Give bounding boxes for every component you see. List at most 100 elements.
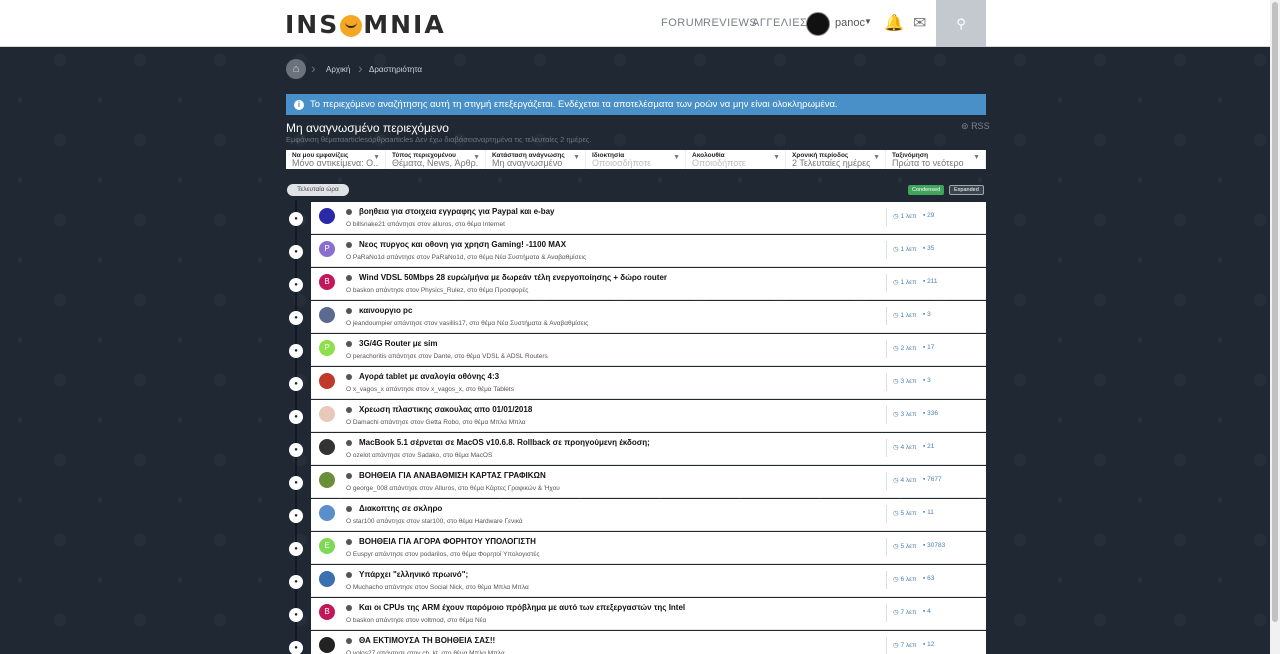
chevron-down-icon[interactable]: ▼ xyxy=(864,17,872,26)
scrollbar-thumb[interactable] xyxy=(1272,2,1278,622)
avatar[interactable]: P xyxy=(319,241,335,257)
topic-title-link[interactable]: ΒΟΗΘΕΙΑ ΓΙΑ ΑΝΑΒΑΘΜΙΣΗ ΚΑΡΤΑΣ ΓΡΑΦΙΚΩΝ xyxy=(359,471,546,480)
topic-title-link[interactable]: Αγορά tablet με αναλογία οθόνης 4:3 xyxy=(359,372,499,381)
avatar[interactable]: B xyxy=(319,274,335,290)
list-item[interactable]: ● καινουργιο pc Ο jeandoumpier απάντησε στ… xyxy=(289,301,986,333)
timestamp: ◷ 1 λεπ xyxy=(893,213,917,220)
topic-title-link[interactable]: βοηθεια για στοιχεια εγγραφης για Paypal… xyxy=(359,207,555,216)
list-item[interactable]: ● B Wind VDSL 50Mbps 28 ευρώ/μήνα με δωρεά… xyxy=(289,268,986,300)
timestamp: ◷ 4 λεπ xyxy=(893,477,917,484)
avatar[interactable] xyxy=(319,373,335,389)
comments-icon: ▪ xyxy=(923,443,926,450)
clock-icon: ◷ xyxy=(893,279,899,286)
page-scrollbar[interactable] xyxy=(1270,0,1280,654)
list-item[interactable]: ● Αγορά tablet με αναλογία οθόνης 4:3 Ο x_… xyxy=(289,367,986,399)
nav-aggelies[interactable]: ΑΓΓΕΛΙΕΣ xyxy=(752,17,807,29)
breadcrumb-activity[interactable]: Δραστηριότητα xyxy=(369,65,422,74)
reply-count: ▪ 35 xyxy=(923,245,935,252)
list-item[interactable]: ● P Νεος πυργος και οθονη για χρηση Gaming… xyxy=(289,235,986,267)
filter-bar: Να μου εμφανίζεις Μόνο αντικείμενα: Ο... ▼… xyxy=(286,150,986,169)
filter-dropdown[interactable]: Ακολουθία Οποιοδήποτε ▼ xyxy=(686,150,786,169)
messages-envelope-icon[interactable]: ✉ xyxy=(913,13,926,33)
filter-value: 2 Τελευταίες ημέρες xyxy=(792,159,871,168)
topic-title-link[interactable]: Νεος πυργος και οθονη για χρηση Gaming! … xyxy=(359,240,566,249)
timestamp: ◷ 4 λεπ xyxy=(893,444,917,451)
view-condensed-button[interactable]: Condensed xyxy=(908,185,945,195)
comment-bubble-icon: ● xyxy=(289,608,303,622)
topic-meta: Ο star100 απάντησε στον star100, στο θέμ… xyxy=(346,518,523,525)
user-menu[interactable]: panoc xyxy=(835,17,865,29)
topic-title-link[interactable]: Διακοπτης σε σκληρο xyxy=(359,504,442,513)
filter-label: Ακολουθία xyxy=(692,152,725,159)
filter-label: Τύπος περιεχομένου xyxy=(392,152,456,159)
topic-meta: Ο baskon απάντησε στον Physics_Rulez, στ… xyxy=(346,287,529,294)
filter-dropdown[interactable]: Ιδιοκτησία Οποιοσδήποτε ▼ xyxy=(586,150,686,169)
timestamp: ◷ 1 λεπ xyxy=(893,279,917,286)
filter-dropdown[interactable]: Ταξινόμηση Πρώτα το νεότερο ▼ xyxy=(886,150,986,169)
breadcrumb-home[interactable]: Αρχική xyxy=(326,65,350,74)
avatar[interactable] xyxy=(319,505,335,521)
comment-bubble-icon: ● xyxy=(289,377,303,391)
avatar[interactable] xyxy=(319,208,335,224)
list-item[interactable]: ● Χρεωση πλαστικης σακουλας απο 01/01/201… xyxy=(289,400,986,432)
topic-title-link[interactable]: ΒΟΗΘΕΙΑ ΓΙΑ ΑΓΟΡΑ ΦΟΡΗΤΟΥ ΥΠΟΛΟΓΙΣΤΗ xyxy=(359,537,536,546)
clock-icon: ◷ xyxy=(893,477,899,484)
avatar[interactable] xyxy=(319,637,335,653)
rss-link[interactable]: ⊚ RSS xyxy=(961,121,990,132)
comment-bubble-icon: ● xyxy=(289,245,303,259)
avatar[interactable] xyxy=(319,571,335,587)
topic-meta: Ο x_vagos_x απάντησε στον x_vagos_x, στο… xyxy=(346,386,514,393)
topic-title-link[interactable]: Υπάρχει "ελληνικό πρωινό"; xyxy=(359,570,468,579)
divider xyxy=(886,373,887,391)
user-avatar[interactable] xyxy=(806,12,830,36)
clock-icon: ◷ xyxy=(893,444,899,451)
chevron-down-icon: ▼ xyxy=(473,154,480,161)
divider xyxy=(886,505,887,523)
divider xyxy=(886,604,887,622)
avatar[interactable] xyxy=(319,472,335,488)
list-item[interactable]: ● Υπάρχει "ελληνικό πρωινό"; Ο Muchacho απ… xyxy=(289,565,986,597)
topic-title-link[interactable]: ΘΑ ΕΚΤΙΜΟΥΣΑ ΤΗ ΒΟΗΘΕΙΑ ΣΑΣ!! xyxy=(359,636,495,645)
comments-icon: ▪ xyxy=(923,575,926,582)
filter-value: Μη αναγνωσμένο xyxy=(492,159,563,168)
insomnia-logo[interactable]: INS MNIA xyxy=(285,12,446,38)
list-item[interactable]: ● ΒΟΗΘΕΙΑ ΓΙΑ ΑΝΑΒΑΘΜΙΣΗ ΚΑΡΤΑΣ ΓΡΑΦΙΚΩΝ Ο… xyxy=(289,466,986,498)
topic-title-link[interactable]: Και οι CPUs της ARM έχουν παρόμοιο πρόβλ… xyxy=(359,603,685,612)
avatar[interactable]: E xyxy=(319,538,335,554)
nav-reviews[interactable]: REVIEWS xyxy=(703,17,757,29)
breadcrumb-home-icon[interactable]: ⌂ xyxy=(286,59,306,79)
topic-title-link[interactable]: Χρεωση πλαστικης σακουλας απο 01/01/2018 xyxy=(359,405,532,414)
topic-meta: Ο ozelot απάντησε στον Sadako, στο θέμα … xyxy=(346,452,493,459)
list-item[interactable]: ● Διακοπτης σε σκληρο Ο star100 απάντησε σ… xyxy=(289,499,986,531)
nav-forum[interactable]: FORUM xyxy=(661,17,704,29)
topic-title-link[interactable]: MacBook 5.1 σέρνεται σε MacOS v10.6.8. R… xyxy=(359,438,650,447)
view-expanded-button[interactable]: Expanded xyxy=(949,185,984,195)
filter-dropdown[interactable]: Να μου εμφανίζεις Μόνο αντικείμενα: Ο... ▼ xyxy=(286,150,386,169)
search-button[interactable]: ⚲ xyxy=(936,0,986,47)
filter-dropdown[interactable]: Κατάσταση ανάγνωσης Μη αναγνωσμένο ▼ xyxy=(486,150,586,169)
unread-dot-icon xyxy=(346,374,352,380)
list-item[interactable]: ● E ΒΟΗΘΕΙΑ ΓΙΑ ΑΓΟΡΑ ΦΟΡΗΤΟΥ ΥΠΟΛΟΓΙΣΤΗ Ο … xyxy=(289,532,986,564)
list-item[interactable]: ● ΘΑ ΕΚΤΙΜΟΥΣΑ ΤΗ ΒΟΗΘΕΙΑ ΣΑΣ!! Ο volos27 … xyxy=(289,631,986,654)
notifications-bell-icon[interactable]: 🔔 xyxy=(884,13,904,33)
comments-icon: ▪ xyxy=(923,608,926,615)
avatar[interactable] xyxy=(319,307,335,323)
comment-bubble-icon: ● xyxy=(289,212,303,226)
avatar[interactable]: B xyxy=(319,604,335,620)
avatar[interactable] xyxy=(319,406,335,422)
avatar[interactable]: P xyxy=(319,340,335,356)
topic-title-link[interactable]: καινουργιο pc xyxy=(359,306,412,315)
list-item[interactable]: ● B Και οι CPUs της ARM έχουν παρόμοιο πρό… xyxy=(289,598,986,630)
topic-title-link[interactable]: Wind VDSL 50Mbps 28 ευρώ/μήνα με δωρεάν … xyxy=(359,273,667,282)
topic-title-link[interactable]: 3G/4G Router με sim xyxy=(359,339,438,348)
topic-meta: Ο jeandoumpier απάντησε στον vasillis17,… xyxy=(346,320,589,327)
list-item[interactable]: ● P 3G/4G Router με sim Ο perachoritis απάν… xyxy=(289,334,986,366)
list-item[interactable]: ● βοηθεια για στοιχεια εγγραφης για Paypa… xyxy=(289,202,986,234)
filter-dropdown[interactable]: Χρονική περίοδος 2 Τελευταίες ημέρες ▼ xyxy=(786,150,886,169)
filter-value: Θέματα, News, Άρθρ... xyxy=(392,159,479,168)
filter-dropdown[interactable]: Τύπος περιεχομένου Θέματα, News, Άρθρ... ▼ xyxy=(386,150,486,169)
avatar[interactable] xyxy=(319,439,335,455)
logo-smiley-icon xyxy=(340,15,363,37)
list-item[interactable]: ● MacBook 5.1 σέρνεται σε MacOS v10.6.8. … xyxy=(289,433,986,465)
timestamp: ◷ 2 λεπ xyxy=(893,345,917,352)
